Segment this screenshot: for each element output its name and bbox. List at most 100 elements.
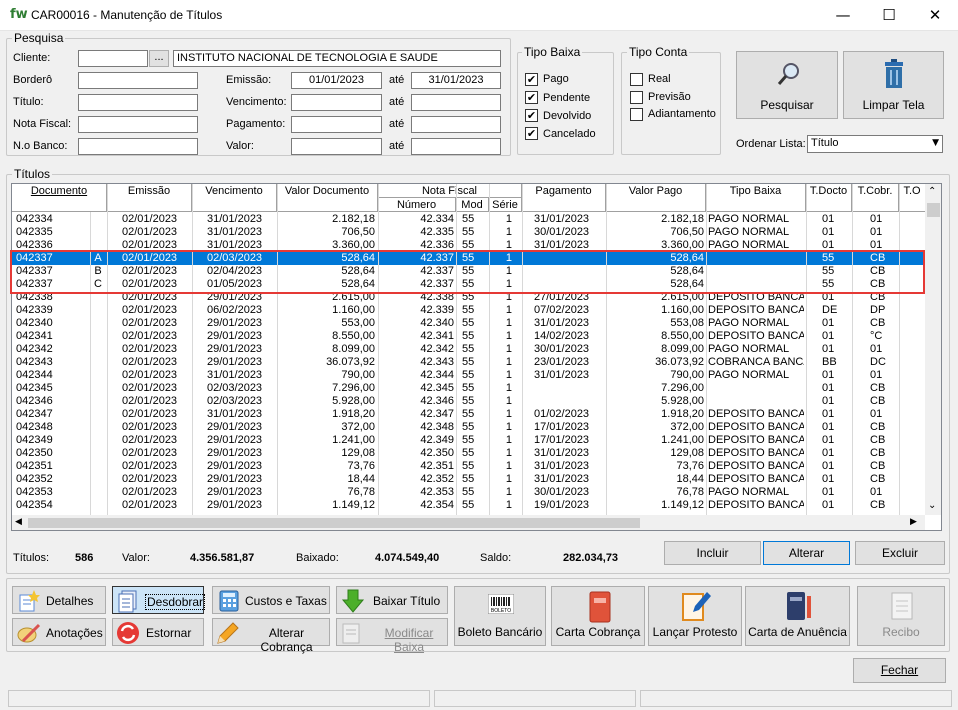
titulo-input[interactable] — [78, 94, 198, 111]
table-row[interactable]: 042339 02/01/2023 06/02/2023 1.160,00 42.339… — [12, 304, 926, 317]
table-row[interactable]: 042351 02/01/2023 29/01/2023 73,76 42.351 55 1… — [12, 460, 926, 473]
fechar-button[interactable]: Fechar — [853, 658, 946, 683]
table-row[interactable]: 042353 02/01/2023 29/01/2023 76,78 42.353 55 1… — [12, 486, 926, 499]
titulos-grid[interactable]: Documento Emissão Vencimento Valor Docum… — [11, 183, 942, 531]
cliente-code-input[interactable] — [78, 50, 148, 67]
alterar-button[interactable]: Alterar — [763, 541, 850, 565]
close-button[interactable]: ✕ — [912, 0, 958, 31]
lancar-protesto-button[interactable]: Lançar Protesto — [648, 586, 742, 646]
table-cell: 42.345 — [420, 382, 454, 394]
scroll-up-icon[interactable]: ⌃ — [928, 186, 936, 197]
col-valor-pago[interactable]: Valor Pago — [606, 184, 706, 212]
col-t-cobr[interactable]: T.Cobr. — [852, 184, 899, 212]
baixar-titulo-button[interactable]: Baixar Título — [336, 586, 448, 614]
pago-checkbox[interactable]: ✔ — [525, 73, 538, 86]
scroll-down-icon[interactable]: ⌄ — [928, 500, 936, 511]
cliente-label: Cliente: — [13, 52, 51, 64]
pagamento-from-input[interactable] — [291, 116, 382, 133]
table-row[interactable]: 042335 02/01/2023 31/01/2023 706,50 42.335 55… — [12, 226, 926, 239]
col-serie[interactable]: Série — [489, 198, 522, 212]
desdobrar-button[interactable]: Desdobrar — [112, 586, 206, 614]
nota-fiscal-input[interactable] — [78, 116, 198, 133]
scroll-right-icon[interactable]: ▶ — [910, 517, 917, 527]
real-checkbox[interactable] — [630, 73, 643, 86]
table-cell: 042335 — [16, 226, 53, 238]
table-row[interactable]: 042348 02/01/2023 29/01/2023 372,00 42.348 55… — [12, 421, 926, 434]
carta-cobranca-button[interactable]: Carta Cobrança — [551, 586, 645, 646]
table-cell: 790,00 — [670, 369, 704, 381]
recibo-button[interactable]: Recibo — [857, 586, 945, 646]
table-row[interactable]: 042342 02/01/2023 29/01/2023 8.099,00 42.342… — [12, 343, 926, 356]
table-row[interactable]: 042346 02/01/2023 02/03/2023 5.928,00 42.346… — [12, 395, 926, 408]
horizontal-scroll-thumb[interactable] — [28, 518, 640, 528]
table-row[interactable]: 042344 02/01/2023 31/01/2023 790,00 42.344 55… — [12, 369, 926, 382]
table-row[interactable]: 042352 02/01/2023 29/01/2023 18,44 42.352 55 1… — [12, 473, 926, 486]
table-cell: 1.241,00 — [661, 434, 704, 446]
col-t-o[interactable]: T.O — [899, 184, 926, 212]
col-tipo-baixa[interactable]: Tipo Baixa — [706, 184, 806, 212]
vencimento-to-input[interactable] — [411, 94, 501, 111]
boleto-bancario-button[interactable]: BOLETO Boleto Bancário — [454, 586, 546, 646]
alterar-cobranca-button[interactable]: Alterar Cobrança — [212, 618, 330, 654]
adiantamento-checkbox[interactable] — [630, 108, 643, 121]
valor-to-input[interactable] — [411, 138, 501, 155]
detalhes-button[interactable]: Detalhes — [12, 586, 106, 614]
col-emissao[interactable]: Emissão — [107, 184, 192, 212]
emissao-to-input[interactable]: 31/01/2023 — [411, 72, 501, 89]
banco-input[interactable] — [78, 138, 198, 155]
table-row[interactable]: 042349 02/01/2023 29/01/2023 1.241,00 42.349… — [12, 434, 926, 447]
modificar-baixa-button[interactable]: Modificar Baixa — [336, 618, 448, 654]
table-cell: 553,00 — [341, 317, 375, 329]
maximize-button[interactable]: ☐ — [866, 0, 912, 31]
cliente-lookup-button[interactable]: ... — [149, 50, 169, 67]
valor-from-input[interactable] — [291, 138, 382, 155]
custos-taxas-button[interactable]: Custos e Taxas — [212, 586, 330, 614]
col-vencimento[interactable]: Vencimento — [192, 184, 277, 212]
table-row[interactable]: 042354 02/01/2023 29/01/2023 1.149,12 42.354… — [12, 499, 926, 512]
highlight-box — [10, 250, 925, 294]
carta-anuencia-button[interactable]: Carta de Anuência — [745, 586, 850, 646]
anotacoes-button[interactable]: Anotações — [12, 618, 106, 646]
bordero-input[interactable] — [78, 72, 198, 89]
vencimento-from-input[interactable] — [291, 94, 382, 111]
pesquisar-button[interactable]: Pesquisar — [736, 51, 838, 119]
vertical-scrollbar[interactable]: ⌃ ⌄ — [925, 184, 941, 515]
pendente-checkbox[interactable]: ✔ — [525, 91, 538, 104]
col-t-docto[interactable]: T.Docto — [806, 184, 852, 212]
table-cell: 01 — [822, 317, 835, 329]
table-cell: 55 — [462, 447, 475, 459]
vertical-scroll-thumb[interactable] — [927, 203, 940, 217]
table-row[interactable]: 042347 02/01/2023 31/01/2023 1.918,20 42.347… — [12, 408, 926, 421]
table-row[interactable]: 042341 02/01/2023 29/01/2023 8.550,00 42.341… — [12, 330, 926, 343]
table-row[interactable]: 042343 02/01/2023 29/01/2023 36.073,92 42.34… — [12, 356, 926, 369]
limpar-tela-button[interactable]: Limpar Tela — [843, 51, 944, 119]
col-nota-fiscal[interactable]: Nota Fiscal — [378, 184, 522, 198]
col-mod[interactable]: Mod — [456, 198, 489, 212]
table-cell: 01 — [822, 213, 835, 225]
col-pagamento[interactable]: Pagamento — [522, 184, 606, 212]
estornar-button[interactable]: Estornar — [112, 618, 204, 646]
col-documento[interactable]: Documento — [12, 184, 107, 212]
col-valor-documento[interactable]: Valor Documento — [277, 184, 378, 212]
table-cell: 1 — [505, 343, 512, 355]
cancelado-checkbox[interactable]: ✔ — [525, 127, 538, 140]
minimize-button[interactable]: — — [820, 0, 866, 31]
ordenar-value: Título — [811, 137, 839, 149]
scroll-left-icon[interactable]: ◀ — [15, 517, 22, 527]
excluir-button[interactable]: Excluir — [855, 541, 945, 565]
table-row[interactable]: 042345 02/01/2023 02/03/2023 7.296,00 42.345… — [12, 382, 926, 395]
table-row[interactable]: 042334 02/01/2023 31/01/2023 2.182,18 42.334… — [12, 213, 926, 226]
incluir-button[interactable]: Incluir — [664, 541, 761, 565]
devolvido-checkbox[interactable]: ✔ — [525, 109, 538, 122]
col-numero[interactable]: Número — [378, 198, 456, 212]
table-row[interactable]: 042340 02/01/2023 29/01/2023 553,00 42.340 55… — [12, 317, 926, 330]
horizontal-scrollbar[interactable]: ◀ ▶ — [12, 515, 925, 530]
pagamento-to-input[interactable] — [411, 116, 501, 133]
cliente-name-field[interactable]: INSTITUTO NACIONAL DE TECNOLOGIA E SAUDE — [173, 50, 501, 67]
previsao-checkbox[interactable] — [630, 91, 643, 104]
emissao-from-input[interactable]: 01/01/2023 — [291, 72, 382, 89]
ordenar-select[interactable]: Título ▼ — [807, 135, 943, 153]
table-row[interactable]: 042350 02/01/2023 29/01/2023 129,08 42.350 55… — [12, 447, 926, 460]
table-cell: 42.344 — [420, 369, 454, 381]
table-cell: 8.099,00 — [661, 343, 704, 355]
